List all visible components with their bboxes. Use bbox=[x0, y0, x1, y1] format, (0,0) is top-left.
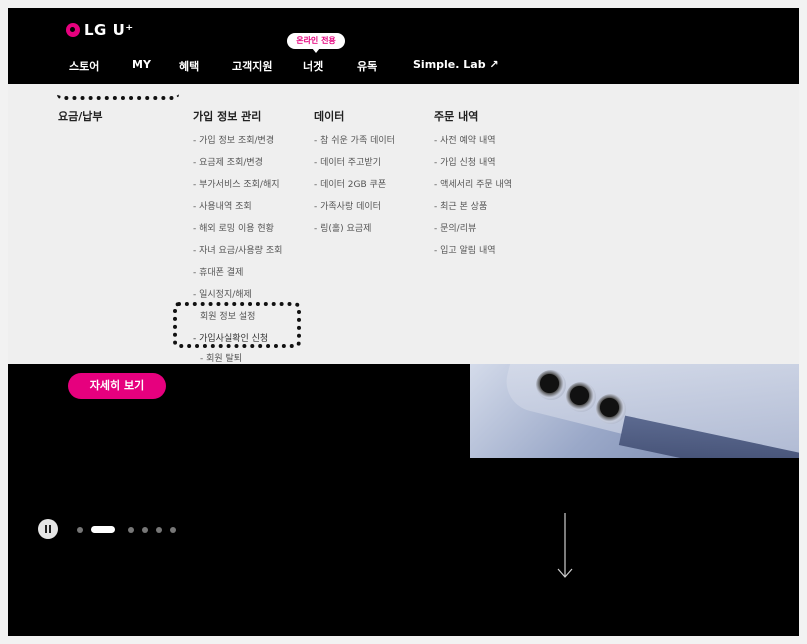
menu-item-subscription-info[interactable]: - 가입 정보 조회/변경 bbox=[193, 133, 274, 146]
menu-item-data-gift[interactable]: - 데이터 주고받기 bbox=[314, 155, 381, 168]
focus-indicator bbox=[173, 302, 301, 348]
menu-item-recently-viewed[interactable]: - 최근 본 상품 bbox=[434, 199, 487, 212]
menu-heading-subscription[interactable]: 가입 정보 관리 bbox=[193, 108, 261, 124]
menu-item-inquiry-review[interactable]: - 문의/리뷰 bbox=[434, 221, 476, 234]
focus-indicator bbox=[57, 88, 179, 100]
menu-item-restock-alerts[interactable]: - 입고 알림 내역 bbox=[434, 243, 496, 256]
menu-item-accessory-orders[interactable]: - 액세서리 주문 내역 bbox=[434, 177, 512, 190]
menu-item-ring-plan[interactable]: - 링(홀) 요금제 bbox=[314, 221, 371, 234]
logo-text: LG U⁺ bbox=[84, 21, 134, 39]
nav-my[interactable]: MY bbox=[132, 58, 151, 71]
arrow-down-icon bbox=[557, 513, 573, 578]
menu-item-phone-payment[interactable]: - 휴대폰 결제 bbox=[193, 265, 243, 278]
view-details-button[interactable]: 자세히 보기 bbox=[68, 373, 166, 399]
nav-customer-support[interactable]: 고객지원 bbox=[232, 58, 272, 74]
carousel-dot[interactable] bbox=[156, 527, 162, 533]
carousel-dot[interactable] bbox=[77, 527, 83, 533]
menu-item-family-love-data[interactable]: - 가족사랑 데이터 bbox=[314, 199, 381, 212]
nav-nugget[interactable]: 너겟 bbox=[303, 58, 323, 74]
browser-viewport: LG U⁺ 온라인 전용 스토어 MY 혜택 고객지원 너겟 유독 Simple… bbox=[8, 8, 799, 636]
menu-item-preorder[interactable]: - 사전 예약 내역 bbox=[434, 133, 496, 146]
menu-item-usage-history[interactable]: - 사용내역 조회 bbox=[193, 199, 252, 212]
pause-icon[interactable] bbox=[38, 519, 58, 539]
menu-heading-data[interactable]: 데이터 bbox=[314, 108, 344, 124]
menu-item-data-coupon[interactable]: - 데이터 2GB 쿠폰 bbox=[314, 177, 386, 190]
menu-item-addon-services[interactable]: - 부가서비스 조회/해지 bbox=[193, 177, 280, 190]
carousel-dot[interactable] bbox=[142, 527, 148, 533]
menu-heading-orders[interactable]: 주문 내역 bbox=[434, 108, 478, 124]
nav-store[interactable]: 스토어 bbox=[69, 58, 99, 74]
phone-product-image bbox=[470, 364, 799, 458]
menu-item-child-usage[interactable]: - 자녀 요금/사용량 조회 bbox=[193, 243, 282, 256]
lg-uplus-logo[interactable]: LG U⁺ bbox=[66, 21, 134, 39]
menu-item-roaming[interactable]: - 해외 로밍 이용 현황 bbox=[193, 221, 274, 234]
support-dropdown-menu: 요금/납부 가입 정보 관리 - 가입 정보 조회/변경 - 요금제 조회/변경… bbox=[8, 84, 799, 364]
menu-heading-billing[interactable]: 요금/납부 bbox=[58, 108, 103, 124]
online-only-badge: 온라인 전용 bbox=[287, 33, 345, 53]
menu-item-applications[interactable]: - 가입 신청 내역 bbox=[434, 155, 496, 168]
menu-item-plan[interactable]: - 요금제 조회/변경 bbox=[193, 155, 263, 168]
menu-item-suspend[interactable]: - 일시정지/해제 bbox=[193, 287, 252, 300]
nav-udok[interactable]: 유독 bbox=[357, 58, 377, 74]
lg-logo-icon bbox=[66, 23, 80, 37]
carousel-dot[interactable] bbox=[128, 527, 134, 533]
menu-item-family-data[interactable]: - 참 쉬운 가족 데이터 bbox=[314, 133, 395, 146]
carousel-dot[interactable] bbox=[170, 527, 176, 533]
nav-benefits[interactable]: 혜택 bbox=[179, 58, 199, 74]
menu-item-withdraw[interactable]: - 회원 탈퇴 bbox=[200, 351, 242, 364]
nav-simple-lab[interactable]: Simple. Lab ↗ bbox=[413, 58, 499, 71]
carousel-dot-active[interactable] bbox=[91, 526, 115, 533]
